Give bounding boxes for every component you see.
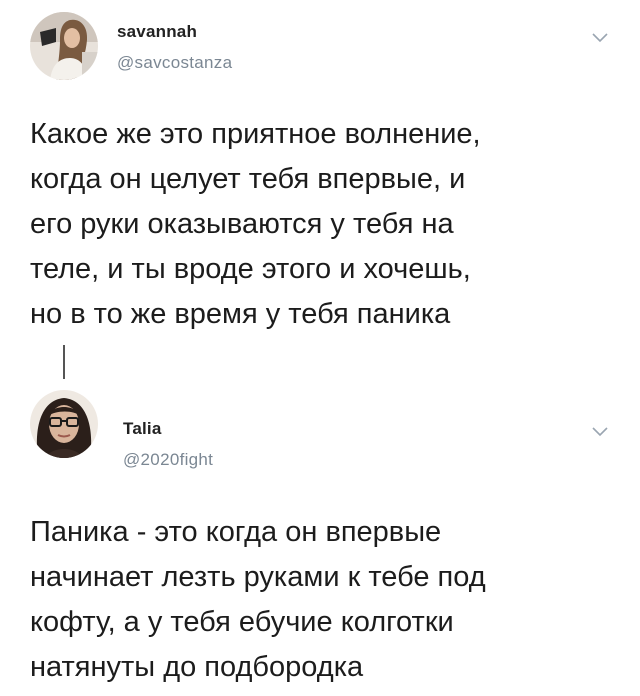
chevron-down-icon[interactable]: [590, 30, 610, 44]
tweet-text-line: Паника - это когда он впервые: [30, 516, 442, 548]
display-name[interactable]: savannah: [117, 22, 197, 42]
tweet-text-line: но в то же время у тебя паника: [30, 298, 451, 330]
tweet-text: Какое же это приятное волнение, когда он…: [30, 112, 620, 337]
tweet-text-line: кофту, а у тебя ебучие колготки: [30, 606, 454, 638]
tweet-savannah: savannah @savcostanza Какое же это прият…: [0, 0, 640, 380]
tweet-text-line: Какое же это приятное волнение,: [30, 118, 481, 150]
chevron-down-icon[interactable]: [590, 424, 610, 438]
tweet-text-line: натянуты до подбородка: [30, 651, 364, 683]
display-name[interactable]: Talia: [123, 419, 161, 439]
avatar[interactable]: [30, 390, 98, 458]
user-handle[interactable]: @2020fight: [123, 450, 213, 470]
user-handle[interactable]: @savcostanza: [117, 53, 232, 73]
tweet-text-line: его руки оказываются у тебя на: [30, 208, 454, 240]
tweet-text: Паника - это когда он впервые начинает л…: [30, 510, 620, 690]
avatar-photo: [30, 12, 98, 80]
tweet-text-line: начинает лезть руками к тебе под: [30, 561, 486, 593]
avatar[interactable]: [30, 12, 98, 80]
thread-connector: [63, 345, 65, 379]
tweet-talia: Talia @2020fight Паника - это когда он в…: [0, 380, 640, 696]
tweet-text-line: когда он целует тебя впервые, и: [30, 163, 466, 195]
avatar-photo: [30, 390, 98, 458]
tweet-text-line: теле, и ты вроде этого и хочешь,: [30, 253, 471, 285]
